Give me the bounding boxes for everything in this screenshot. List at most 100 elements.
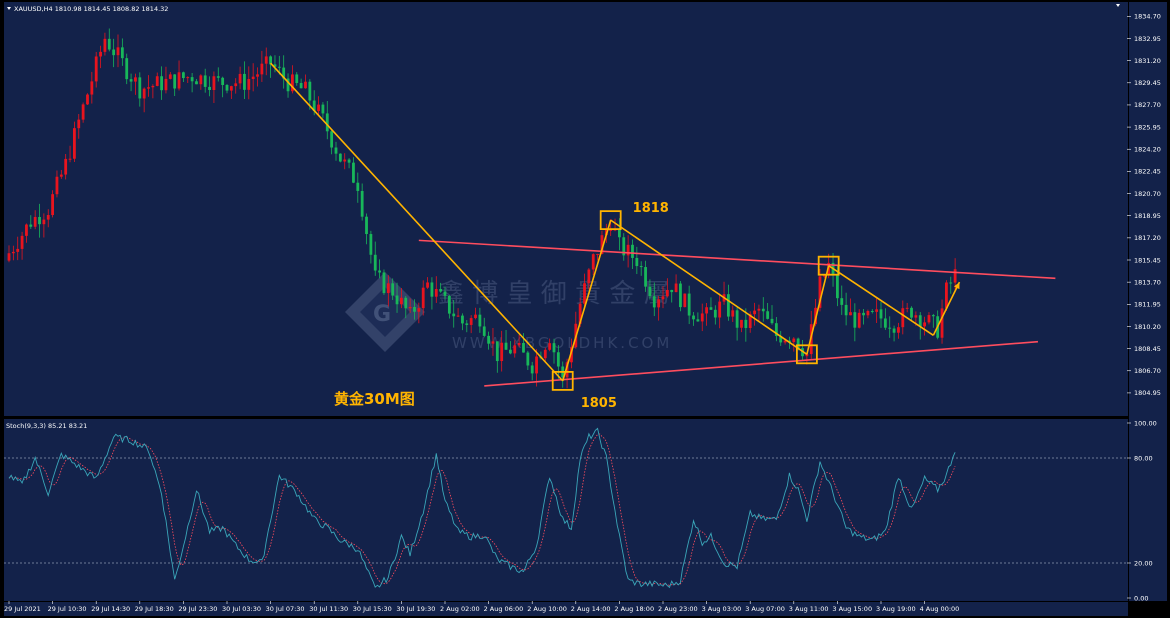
candle-body	[42, 219, 46, 225]
x-tick-label: 2 Aug 14:00	[571, 605, 611, 613]
candle-body	[840, 298, 844, 305]
candle-body	[190, 77, 194, 82]
candle-body	[487, 335, 490, 344]
x-tick-label: 3 Aug 19:00	[876, 605, 916, 613]
candle-body	[395, 295, 399, 305]
candle-body	[304, 81, 307, 89]
chart-root: G 鑫 博 皇 御 貴 金 屬 WWW.XBGOLDHK.COM 1805 181…	[0, 0, 1170, 618]
candle-body	[591, 254, 595, 270]
candle-body	[107, 38, 111, 50]
y-tick-label: 1804.95	[1134, 389, 1161, 397]
candle-body	[853, 312, 857, 328]
candle-body	[430, 282, 434, 297]
candle-body	[338, 153, 342, 162]
candle-body	[73, 128, 76, 159]
candle-body	[609, 229, 613, 231]
candle-body	[587, 269, 591, 284]
candle-body	[639, 266, 643, 268]
candle-body	[644, 267, 647, 287]
candle-body	[744, 319, 748, 328]
candle-body	[670, 289, 674, 293]
candle-body	[404, 297, 408, 309]
candle-body	[657, 299, 661, 308]
chart-title: 黄金30M图	[334, 390, 415, 408]
candle-body	[208, 86, 211, 90]
candle-body	[317, 104, 320, 111]
candle-body	[195, 81, 198, 85]
candle-body	[243, 73, 246, 90]
candle-body	[203, 75, 207, 87]
x-tick-label: 3 Aug 03:00	[702, 605, 742, 613]
candle-body	[299, 82, 303, 89]
candle-body	[168, 74, 172, 79]
candle-body	[413, 306, 416, 312]
candle-body	[443, 291, 447, 296]
candle-body	[334, 147, 338, 154]
candle-body	[373, 254, 377, 271]
candle-body	[221, 77, 225, 85]
candle-body	[251, 76, 255, 80]
x-tick-label: 3 Aug 11:00	[789, 605, 829, 613]
candle-body	[212, 76, 216, 90]
candle-body	[513, 345, 517, 354]
candle-body	[225, 84, 229, 91]
candle-body	[674, 283, 678, 293]
candle-body	[129, 79, 133, 82]
candle-body	[522, 342, 525, 353]
candle-body	[888, 327, 892, 329]
candle-body	[25, 224, 28, 236]
candle-body	[439, 289, 443, 292]
candle-body	[391, 283, 395, 296]
candle-body	[495, 341, 499, 362]
candle-body	[474, 314, 477, 319]
candle-body	[295, 74, 299, 83]
x-tick-label: 3 Aug 07:00	[745, 605, 785, 613]
stoch-tick-label: 20.00	[1134, 559, 1153, 567]
candle-body	[352, 162, 355, 183]
candle-body	[238, 73, 242, 84]
symbol-header: XAUUSD,H4 1810.98 1814.45 1808.82 1814.3…	[14, 5, 168, 13]
candle-body	[905, 307, 909, 309]
candle-body	[20, 235, 24, 249]
candle-body	[766, 311, 770, 319]
x-tick-label: 2 Aug 18:00	[614, 605, 654, 613]
candle-body	[103, 38, 107, 52]
candle-body	[77, 119, 81, 129]
candle-body	[526, 352, 530, 366]
x-tick-label: 29 Jul 23:30	[178, 605, 217, 613]
candle-body	[705, 307, 708, 314]
candle-body	[517, 342, 521, 346]
candle-body	[447, 295, 451, 314]
pivot-label: 1818	[633, 201, 669, 216]
candle-body	[173, 74, 177, 89]
candle-body	[360, 190, 364, 217]
x-tick-label: 29 Jul 14:30	[91, 605, 130, 613]
candle-body	[51, 194, 54, 216]
candle-body	[94, 56, 98, 82]
candle-body	[482, 326, 486, 336]
candle-body	[500, 342, 504, 362]
candle-body	[138, 77, 142, 99]
candle-body	[461, 315, 464, 324]
candle-body	[491, 341, 495, 344]
candle-body	[452, 313, 456, 317]
candle-body	[356, 182, 360, 191]
candle-body	[55, 176, 59, 195]
candle-body	[849, 312, 852, 316]
x-tick-label: 29 Jul 10:30	[48, 605, 87, 613]
candle-body	[648, 286, 652, 297]
candle-body	[38, 217, 41, 225]
candle-body	[875, 309, 879, 312]
candle-body	[177, 72, 181, 89]
candle-body	[478, 314, 482, 327]
y-tick-label: 1832.95	[1134, 35, 1161, 43]
y-tick-label: 1813.70	[1134, 278, 1161, 286]
x-tick-label: 30 Jul 07:30	[266, 605, 305, 613]
candle-body	[583, 283, 586, 304]
candle-body	[99, 51, 102, 57]
candle-body	[836, 274, 839, 299]
stoch-tick-label: 80.00	[1134, 454, 1153, 462]
candle-body	[792, 338, 796, 343]
candle-body	[164, 78, 168, 91]
candle-body	[556, 352, 560, 367]
